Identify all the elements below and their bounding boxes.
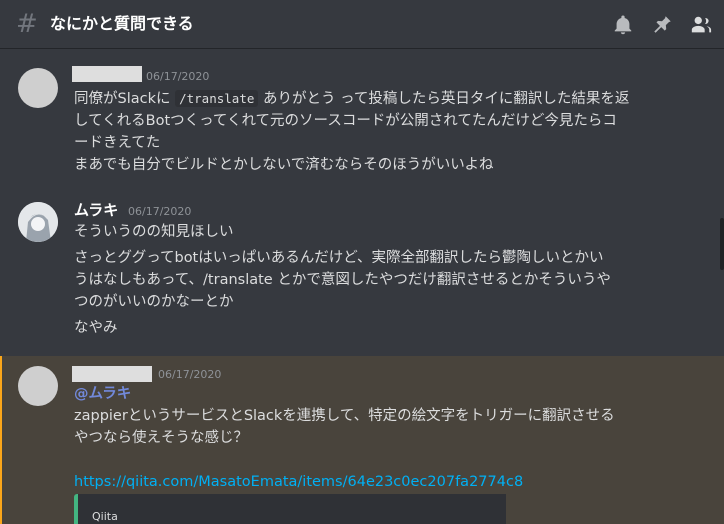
message-text-line: つのがいいのかなーとか bbox=[74, 294, 234, 310]
text-fragment: ありがとう bbox=[262, 91, 336, 107]
message-text-line: https://qiita.com/MasatoEmata/items/64e2… bbox=[74, 471, 523, 493]
username-redacted[interactable] bbox=[72, 66, 142, 82]
avatar[interactable] bbox=[18, 202, 58, 242]
message-timestamp: 06/17/2020 bbox=[128, 205, 192, 218]
members-icon[interactable] bbox=[690, 14, 712, 36]
message-text-line: ードきえてた bbox=[74, 135, 161, 151]
inline-code: /translate bbox=[175, 90, 259, 107]
message-text-line: そういうのの知見ほしい bbox=[74, 224, 234, 240]
username-redacted[interactable] bbox=[72, 366, 152, 382]
text-fragment: 同僚がSlackに bbox=[74, 91, 171, 107]
username[interactable]: ムラキ bbox=[74, 201, 118, 219]
message-text-line: 同僚がSlackに /translate ありがとう って投稿したら英日タイに翻… bbox=[74, 88, 629, 110]
message-text-line: うはなしもあって、/translate とかで意図したやつだけ翻訳させるとかそう… bbox=[74, 272, 611, 288]
message-text-line: まあでも自分でビルドとかしないで済むならそのほうがいいよね bbox=[74, 157, 494, 173]
message-timestamp: 06/17/2020 bbox=[146, 70, 210, 83]
channel-header: # なにかと質問できる bbox=[0, 0, 724, 48]
avatar[interactable] bbox=[18, 68, 58, 108]
text-fragment: って投稿したら英日タイに翻訳した結果を返 bbox=[340, 91, 630, 107]
avatar[interactable] bbox=[18, 366, 58, 406]
message-text-line: @ムラキ bbox=[74, 383, 131, 405]
mention-highlight-bar bbox=[0, 356, 2, 524]
message-text-line: zappierというサービスとSlackを連携して、特定の絵文字をトリガーに翻訳… bbox=[74, 408, 615, 424]
message-text-line: してくれるBotつくってくれて元のソースコードが公開されてたんだけど今見たらコ bbox=[74, 113, 617, 129]
scrollbar-thumb[interactable] bbox=[720, 218, 724, 270]
message-timestamp: 06/17/2020 bbox=[158, 368, 222, 381]
embed-provider[interactable]: Qiita bbox=[92, 510, 118, 524]
user-mention[interactable]: @ムラキ bbox=[74, 386, 131, 402]
message-link[interactable]: https://qiita.com/MasatoEmata/items/64e2… bbox=[74, 474, 523, 490]
message-text-line: やつなら使えそうな感じ？ bbox=[74, 430, 248, 446]
message-text-line: さっとググってbotはいっぱいあるんだけど、実際全部翻訳したら鬱陶しいとかい bbox=[74, 250, 604, 266]
channel-hash-icon: # bbox=[16, 9, 38, 39]
channel-name: なにかと質問できる bbox=[50, 14, 194, 33]
link-embed[interactable]: Qiita bbox=[74, 494, 506, 524]
bell-icon[interactable] bbox=[612, 14, 634, 36]
pin-icon[interactable] bbox=[651, 14, 673, 36]
message-text-line: なやみ bbox=[74, 320, 118, 336]
